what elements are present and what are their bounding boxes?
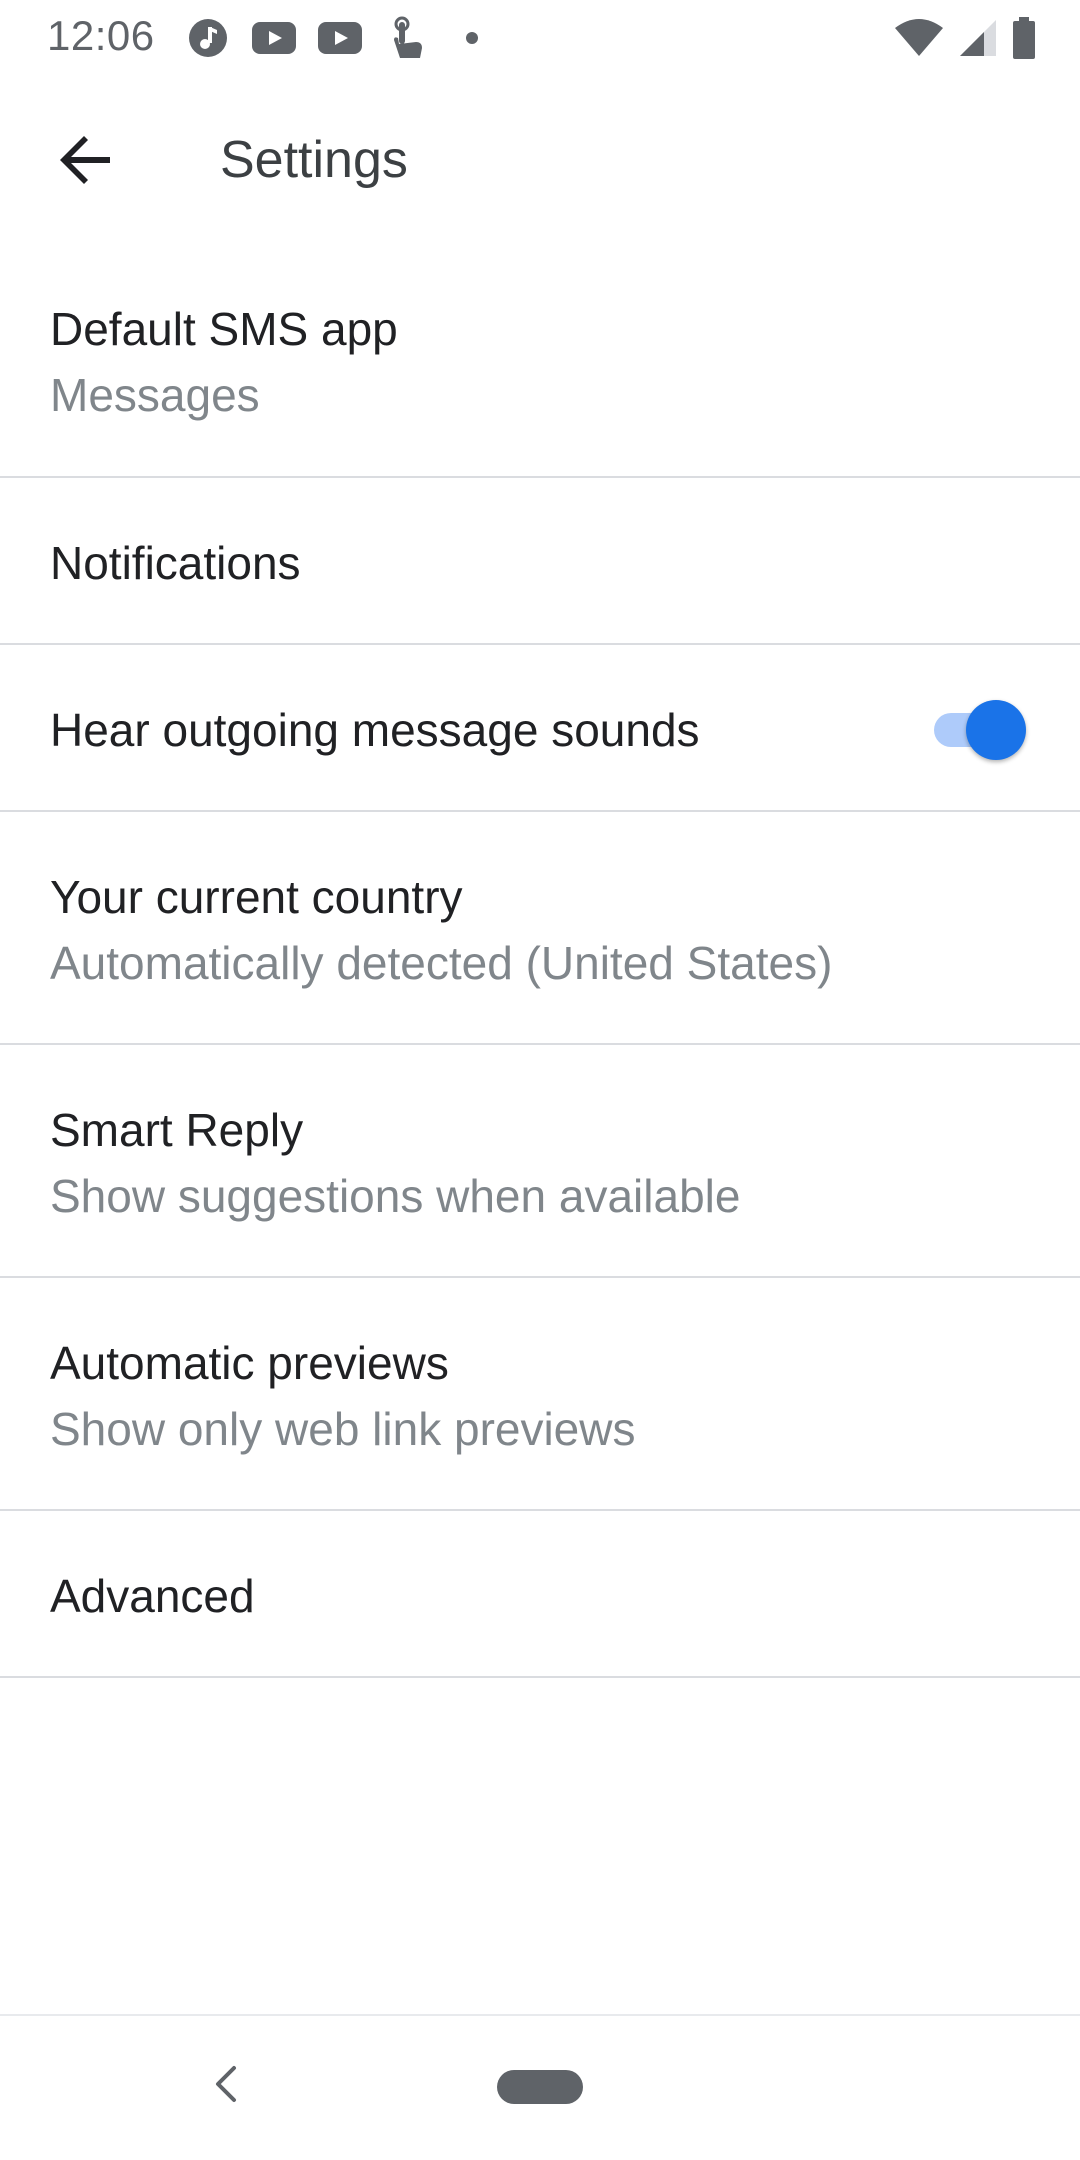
youtube-icon: [252, 16, 296, 60]
status-bar: 12:06: [0, 0, 1080, 76]
setting-title: Your current country: [50, 871, 463, 923]
settings-list: Default SMS app Messages Notifications H…: [0, 244, 1080, 1678]
setting-default-sms-app[interactable]: Default SMS app Messages: [0, 244, 1080, 478]
setting-subtitle: Messages: [50, 369, 260, 421]
setting-title: Default SMS app: [50, 303, 398, 355]
system-icons: [880, 16, 1036, 60]
battery-icon: [1012, 16, 1036, 60]
outgoing-sounds-toggle[interactable]: [922, 697, 1026, 760]
setting-automatic-previews[interactable]: Automatic previews Show only web link pr…: [0, 1278, 1080, 1511]
home-pill-icon[interactable]: [497, 2070, 583, 2104]
status-time: 12:06: [47, 12, 155, 59]
dot-icon: [450, 16, 494, 60]
setting-subtitle: Automatically detected (United States): [50, 937, 833, 989]
wifi-icon: [894, 16, 944, 60]
setting-advanced[interactable]: Advanced: [0, 1511, 1080, 1678]
arrow-back-icon: [60, 136, 110, 184]
setting-title: Automatic previews: [50, 1337, 449, 1389]
app-bar: Settings: [0, 76, 1080, 244]
notification-icons: [186, 16, 516, 60]
setting-title: Hear outgoing message sounds: [50, 704, 700, 756]
setting-title: Advanced: [50, 1570, 255, 1622]
nav-back-button[interactable]: [200, 2054, 250, 2114]
music-note-icon: [186, 16, 230, 60]
touch-icon: [384, 16, 428, 60]
setting-subtitle: Show only web link previews: [50, 1403, 636, 1455]
setting-notifications[interactable]: Notifications: [0, 478, 1080, 645]
nav-back-icon: [216, 2066, 236, 2102]
page-title: Settings: [220, 131, 408, 189]
cellular-signal-icon: [958, 16, 998, 60]
youtube-icon: [318, 16, 362, 60]
setting-outgoing-message-sounds[interactable]: Hear outgoing message sounds: [0, 645, 1080, 812]
toggle-thumb: [966, 700, 1026, 760]
setting-title: Smart Reply: [50, 1104, 304, 1156]
back-button[interactable]: [42, 116, 130, 204]
setting-smart-reply[interactable]: Smart Reply Show suggestions when availa…: [0, 1045, 1080, 1278]
setting-current-country[interactable]: Your current country Automatically detec…: [0, 812, 1080, 1045]
setting-subtitle: Show suggestions when available: [50, 1170, 741, 1222]
navigation-bar: [0, 2014, 1080, 2160]
setting-title: Notifications: [50, 537, 301, 589]
